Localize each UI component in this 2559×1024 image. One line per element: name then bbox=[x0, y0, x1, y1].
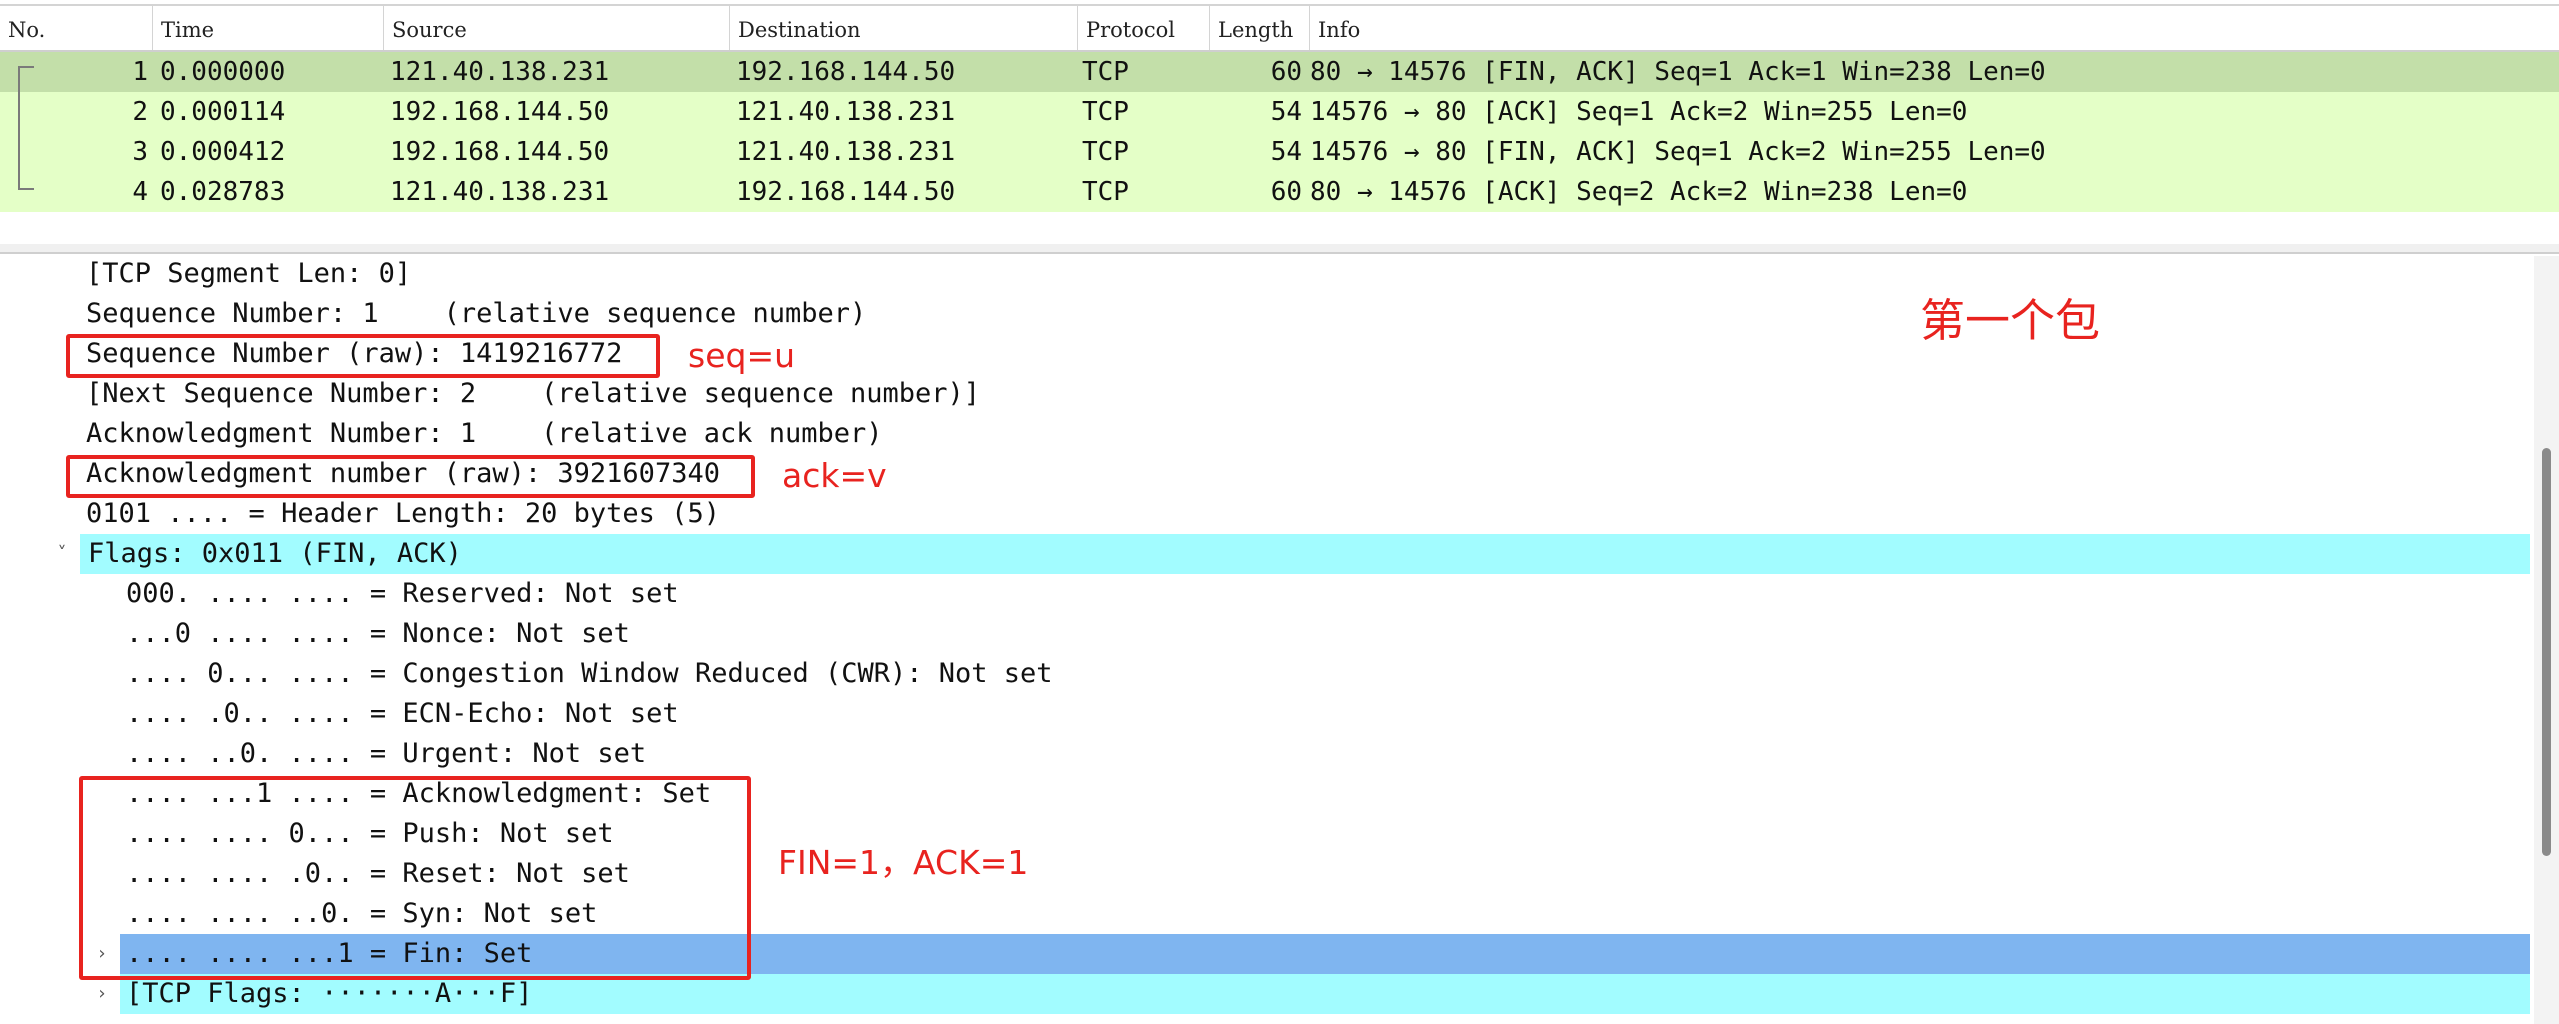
column-header-info[interactable]: Info bbox=[1310, 6, 2559, 50]
annotation-ack: ack=v bbox=[782, 456, 887, 495]
packet-row[interactable]: 1 0.000000 121.40.138.231 192.168.144.50 TCP… bbox=[0, 52, 2559, 92]
detail-line[interactable]: 0101 .... = Header Length: 20 bytes (5) bbox=[0, 494, 2530, 534]
cell-time: 0.000412 bbox=[160, 137, 286, 167]
cell-destination: 121.40.138.231 bbox=[736, 97, 956, 127]
detail-line[interactable]: [Next Sequence Number: 2 (relative seque… bbox=[0, 374, 2530, 414]
detail-line-text: .... .0.. .... = ECN-Echo: Not set bbox=[126, 698, 679, 729]
cell-source: 121.40.138.231 bbox=[390, 177, 610, 207]
cell-destination: 192.168.144.50 bbox=[736, 57, 956, 87]
packet-row[interactable]: 2 0.000114 192.168.144.50 121.40.138.231 TCP… bbox=[0, 92, 2559, 132]
cell-protocol: TCP bbox=[1082, 97, 1129, 127]
cell-no: 1 bbox=[132, 57, 148, 87]
cell-length: 60 bbox=[1270, 177, 1302, 207]
detail-line[interactable]: .... 0... .... = Congestion Window Reduc… bbox=[0, 654, 2530, 694]
chevron-down-icon[interactable]: ˅ bbox=[50, 534, 74, 574]
detail-line-text: [Next Sequence Number: 2 (relative seque… bbox=[86, 378, 981, 409]
cell-info: 14576 → 80 [ACK] Seq=1 Ack=2 Win=255 Len… bbox=[1310, 97, 1968, 127]
seq-raw-highlight-box bbox=[66, 334, 660, 378]
detail-line-text: [TCP Segment Len: 0] bbox=[86, 258, 412, 289]
detail-line-text: .... ..0. .... = Urgent: Not set bbox=[126, 738, 647, 769]
cell-length: 60 bbox=[1270, 57, 1302, 87]
cell-protocol: TCP bbox=[1082, 57, 1129, 87]
detail-line-text: [TCP Flags: ·······A···F] bbox=[126, 978, 533, 1009]
column-header-time[interactable]: Time bbox=[153, 6, 384, 50]
detail-line[interactable]: .... .0.. .... = ECN-Echo: Not set bbox=[0, 694, 2530, 734]
detail-line[interactable]: ...0 .... .... = Nonce: Not set bbox=[0, 614, 2530, 654]
scrollbar-thumb[interactable] bbox=[2542, 448, 2551, 856]
column-header-source[interactable]: Source bbox=[384, 6, 730, 50]
cell-source: 192.168.144.50 bbox=[390, 97, 610, 127]
cell-source: 192.168.144.50 bbox=[390, 137, 610, 167]
detail-line[interactable]: › [TCP Flags: ·······A···F] bbox=[0, 974, 2530, 1014]
cell-length: 54 bbox=[1270, 137, 1302, 167]
cell-info: 80 → 14576 [ACK] Seq=2 Ack=2 Win=238 Len… bbox=[1310, 177, 1968, 207]
packet-list-header: No. Time Source Destination Protocol Len… bbox=[0, 4, 2559, 52]
cell-time: 0.000000 bbox=[160, 57, 286, 87]
detail-line-text: 000. .... .... = Reserved: Not set bbox=[126, 578, 679, 609]
conversation-bracket-icon bbox=[18, 66, 40, 190]
detail-line-text: Sequence Number: 1 (relative sequence nu… bbox=[86, 298, 867, 329]
cell-destination: 192.168.144.50 bbox=[736, 177, 956, 207]
packet-list-pane: No. Time Source Destination Protocol Len… bbox=[0, 0, 2559, 245]
details-scrollbar[interactable] bbox=[2534, 256, 2559, 1024]
detail-line[interactable]: ˅ Flags: 0x011 (FIN, ACK) bbox=[0, 534, 2530, 574]
annotation-title: 第一个包 bbox=[1920, 294, 2101, 347]
cell-time: 0.000114 bbox=[160, 97, 286, 127]
detail-line-text: Acknowledgment Number: 1 (relative ack n… bbox=[86, 418, 883, 449]
detail-line[interactable]: .... ..0. .... = Urgent: Not set bbox=[0, 734, 2530, 774]
cell-no: 3 bbox=[132, 137, 148, 167]
column-header-protocol[interactable]: Protocol bbox=[1078, 6, 1210, 50]
detail-line-text: 0101 .... = Header Length: 20 bytes (5) bbox=[86, 498, 720, 529]
flags-highlight-box bbox=[79, 776, 751, 980]
cell-destination: 121.40.138.231 bbox=[736, 137, 956, 167]
column-header-destination[interactable]: Destination bbox=[730, 6, 1078, 50]
cell-info: 80 → 14576 [FIN, ACK] Seq=1 Ack=1 Win=23… bbox=[1310, 57, 2046, 87]
packet-row[interactable]: 4 0.028783 121.40.138.231 192.168.144.50 TCP… bbox=[0, 172, 2559, 212]
cell-no: 2 bbox=[132, 97, 148, 127]
cell-source: 121.40.138.231 bbox=[390, 57, 610, 87]
detail-line[interactable]: 000. .... .... = Reserved: Not set bbox=[0, 574, 2530, 614]
pane-splitter[interactable] bbox=[0, 244, 2559, 254]
detail-line-text: Flags: 0x011 (FIN, ACK) bbox=[88, 538, 462, 569]
cell-info: 14576 → 80 [FIN, ACK] Seq=1 Ack=2 Win=25… bbox=[1310, 137, 2046, 167]
column-header-no[interactable]: No. bbox=[0, 6, 153, 50]
ack-raw-highlight-box bbox=[66, 455, 755, 498]
chevron-right-icon[interactable]: › bbox=[90, 974, 114, 1014]
detail-line[interactable]: Acknowledgment Number: 1 (relative ack n… bbox=[0, 414, 2530, 454]
cell-length: 54 bbox=[1270, 97, 1302, 127]
column-header-length[interactable]: Length bbox=[1210, 6, 1310, 50]
cell-protocol: TCP bbox=[1082, 137, 1129, 167]
detail-line-text: ...0 .... .... = Nonce: Not set bbox=[126, 618, 630, 649]
detail-line-text: .... 0... .... = Congestion Window Reduc… bbox=[126, 658, 1053, 689]
annotation-seq: seq=u bbox=[688, 336, 796, 375]
detail-line[interactable]: Sequence Number: 1 (relative sequence nu… bbox=[0, 294, 2530, 334]
cell-time: 0.028783 bbox=[160, 177, 286, 207]
cell-no: 4 bbox=[132, 177, 148, 207]
annotation-flags: FIN=1，ACK=1 bbox=[778, 843, 1029, 882]
packet-row[interactable]: 3 0.000412 192.168.144.50 121.40.138.231 TCP… bbox=[0, 132, 2559, 172]
cell-protocol: TCP bbox=[1082, 177, 1129, 207]
detail-line[interactable]: [TCP Segment Len: 0] bbox=[0, 254, 2530, 294]
